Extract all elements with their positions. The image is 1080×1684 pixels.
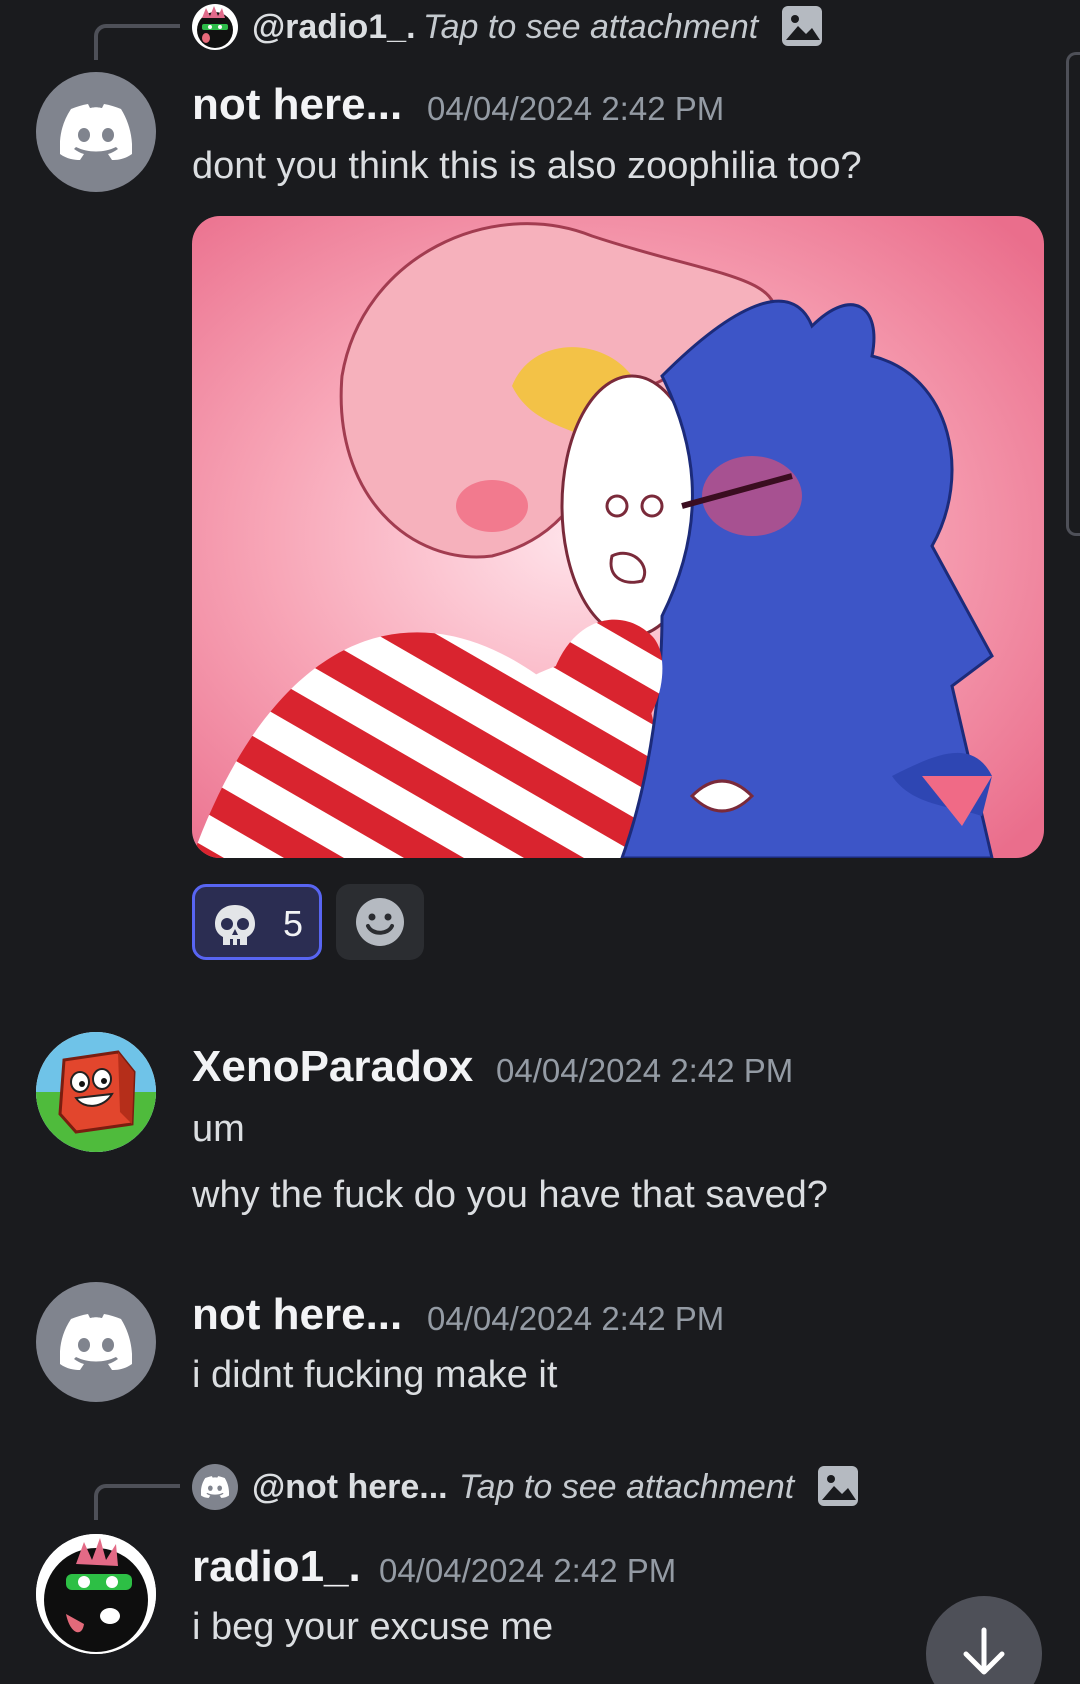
reply-preview[interactable]: @radio1_. Tap to see attachment — [0, 2, 1080, 60]
author-name[interactable]: not here... — [192, 80, 402, 130]
message-text: dont you think this is also zoophilia to… — [192, 145, 862, 187]
avatar[interactable] — [36, 1534, 156, 1654]
discord-logo-icon — [60, 104, 132, 160]
reply-spine — [94, 1484, 180, 1520]
reply-author[interactable]: @not here... — [252, 1468, 448, 1507]
reply-avatar — [192, 4, 238, 50]
reply-preview[interactable]: @not here... Tap to see attachment — [0, 1464, 1080, 1520]
message-text: i beg your excuse me — [192, 1606, 554, 1648]
timestamp: 04/04/2024 2:42 PM — [427, 1300, 725, 1337]
skull-icon — [215, 905, 255, 945]
reply-text[interactable]: Tap to see attachment — [459, 1468, 794, 1507]
avatar[interactable] — [36, 1282, 156, 1402]
reaction-skull[interactable]: 5 — [192, 884, 322, 960]
message-text: i didnt fucking make it — [192, 1354, 558, 1396]
author-name[interactable]: not here... — [192, 1290, 402, 1340]
message-text: why the fuck do you have that saved? — [192, 1174, 828, 1216]
add-reaction-button[interactable] — [336, 884, 424, 960]
reply-text[interactable]: Tap to see attachment — [423, 8, 758, 47]
scroll-to-bottom-button[interactable] — [926, 1596, 1042, 1684]
reaction-count: 5 — [283, 903, 304, 944]
chat-view: @radio1_. Tap to see attachment not here… — [0, 0, 1080, 1684]
image-attachment[interactable] — [192, 216, 1044, 858]
reply-spine — [94, 24, 180, 60]
image-icon — [818, 1466, 858, 1506]
reply-author[interactable]: @radio1_. — [252, 8, 416, 47]
discord-logo-icon — [60, 1314, 132, 1370]
timestamp: 04/04/2024 2:42 PM — [496, 1052, 794, 1089]
timestamp: 04/04/2024 2:42 PM — [379, 1552, 677, 1589]
avatar[interactable] — [36, 1032, 156, 1152]
avatar[interactable] — [36, 72, 156, 192]
image-icon — [782, 6, 822, 46]
smile-icon — [356, 898, 404, 946]
discord-logo-icon — [201, 1476, 229, 1498]
arrow-down-icon — [963, 1627, 1005, 1675]
message-text: um — [192, 1108, 245, 1150]
reply-avatar — [192, 1464, 238, 1510]
author-name[interactable]: radio1_. — [192, 1542, 361, 1592]
author-name[interactable]: XenoParadox — [192, 1042, 473, 1092]
scrollbar[interactable] — [1066, 52, 1080, 536]
timestamp: 04/04/2024 2:42 PM — [427, 90, 725, 127]
